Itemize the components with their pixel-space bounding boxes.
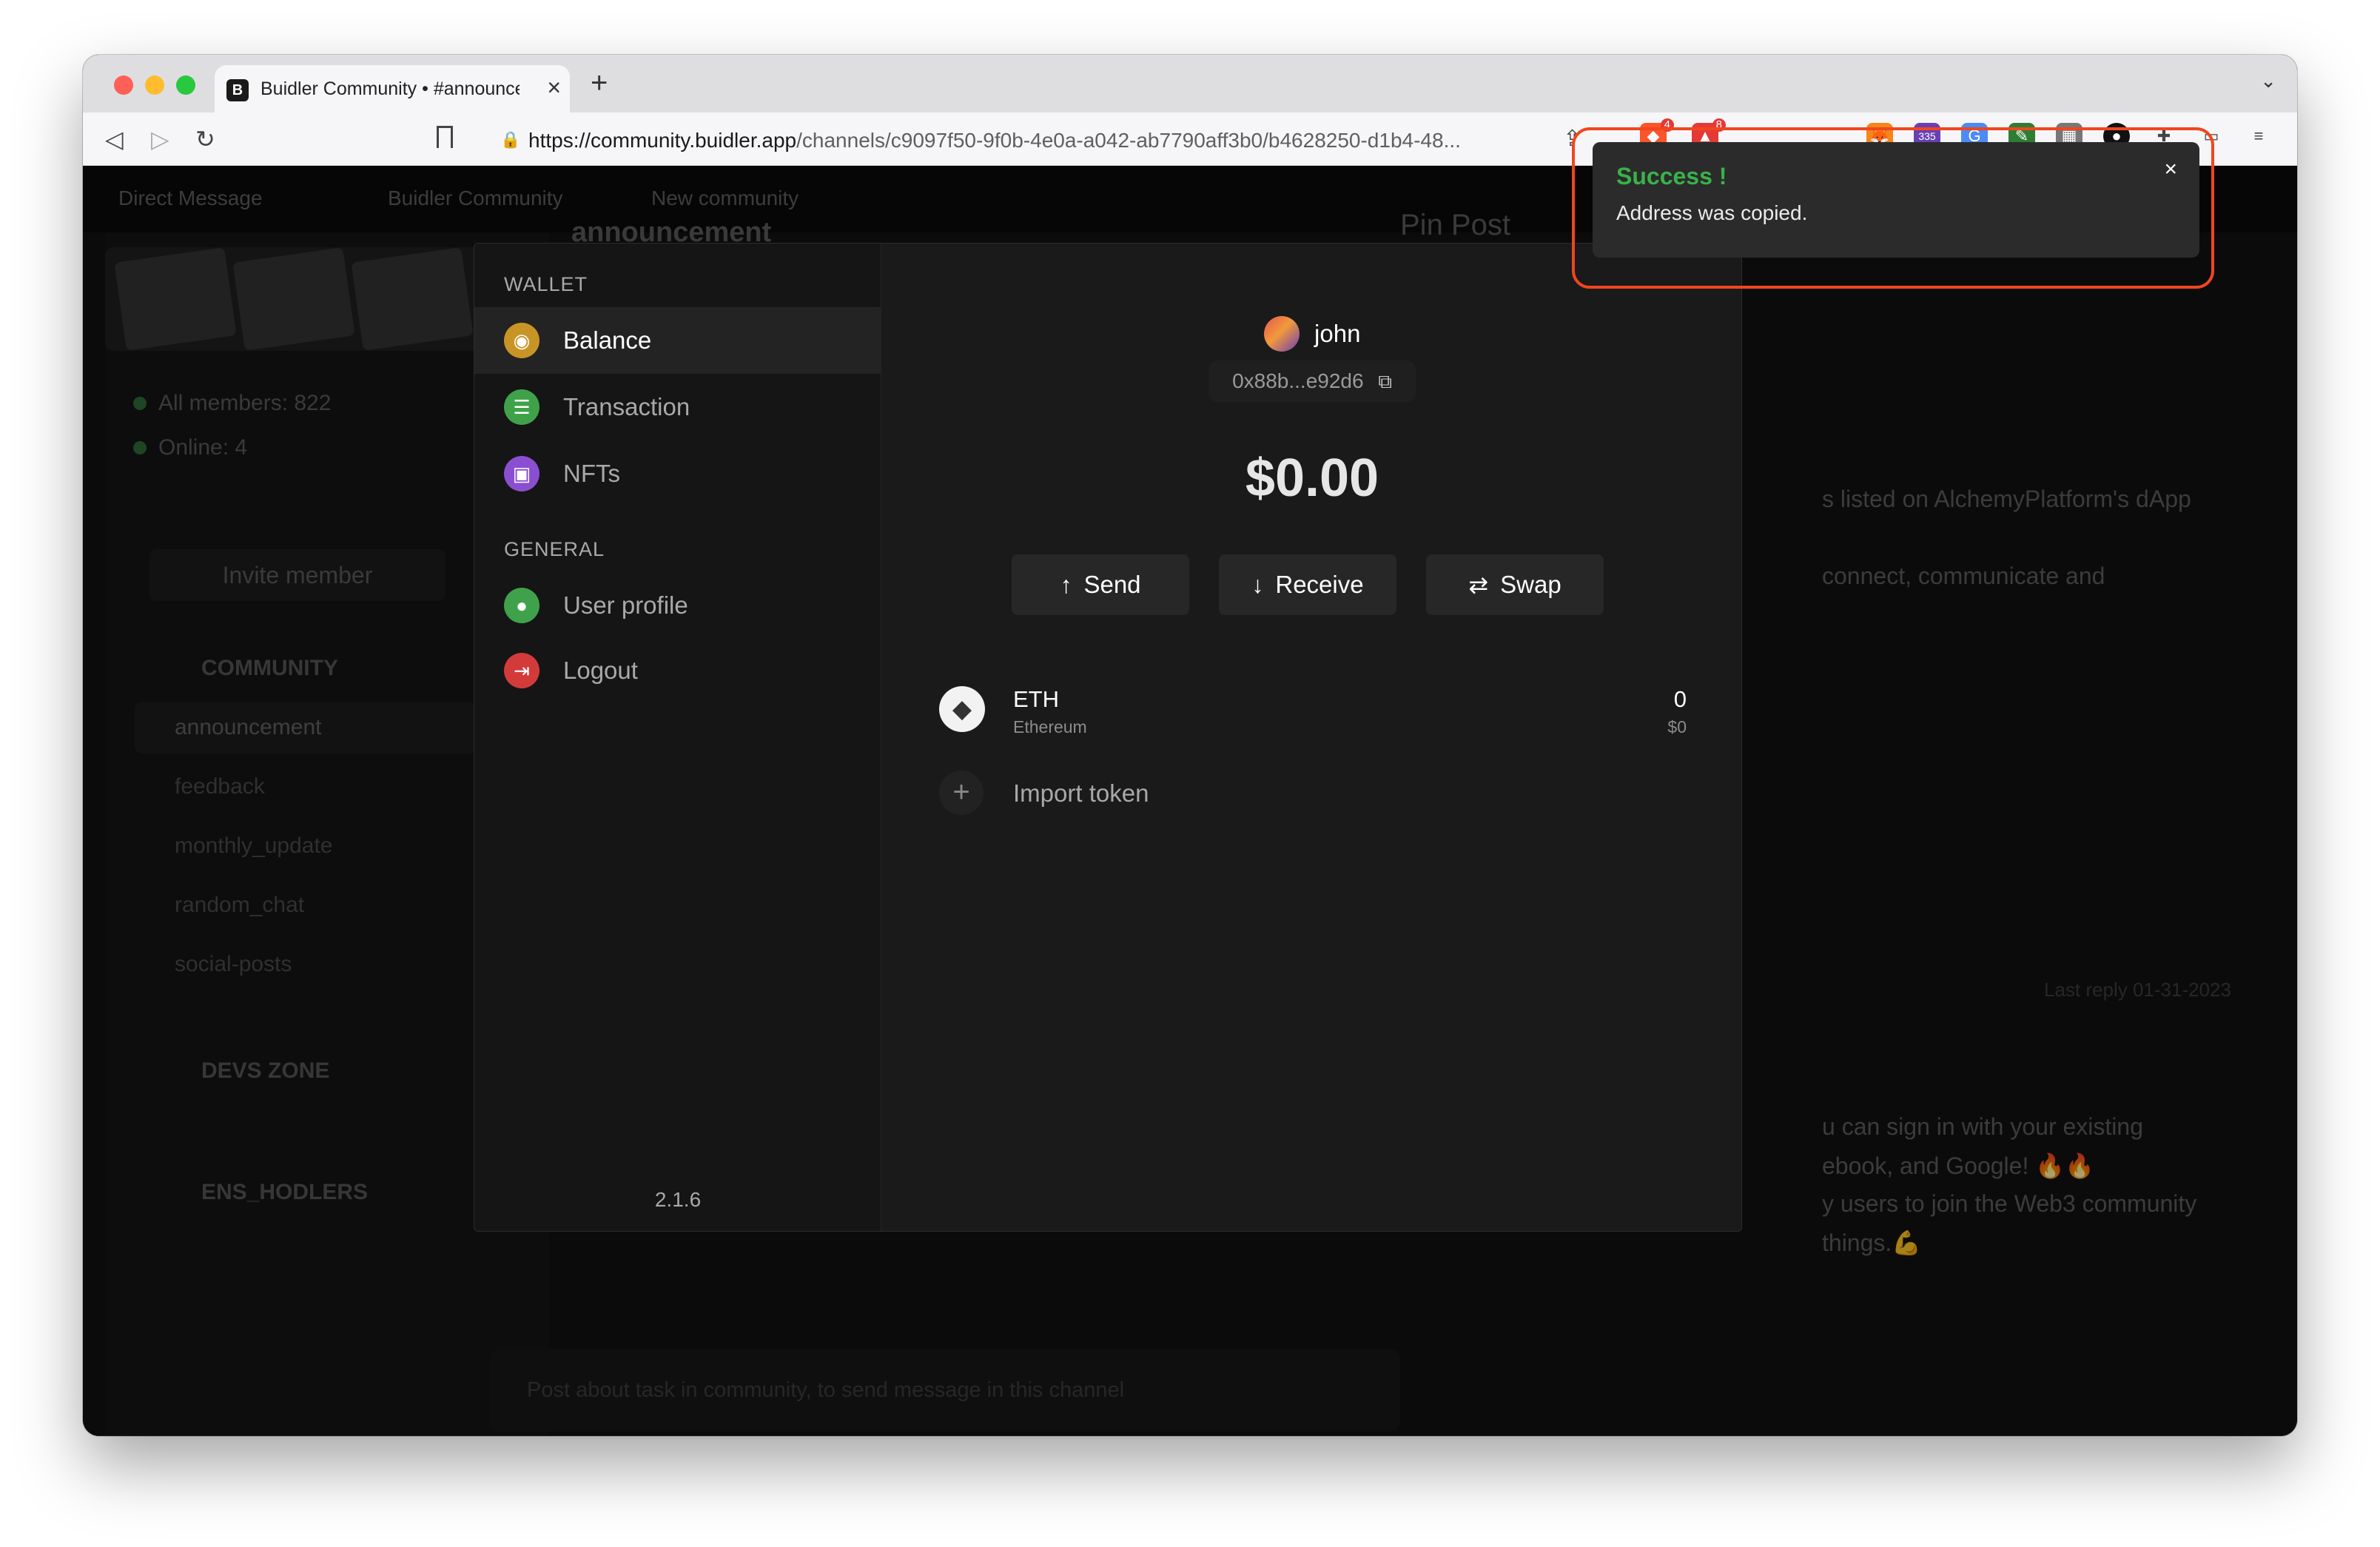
bookmark-icon[interactable] [437,126,453,148]
logout-icon: ⇥ [504,653,539,688]
eye-icon: ◉ [504,323,539,358]
wallet-sidebar: WALLET ◉ Balance ☰ Transaction ▣ NFTs GE… [474,244,881,1231]
wallet-balance-panel: john 0x88b...e92d6 ⧉ $0.00 ↑ Send ↓ Receiv… [881,244,1741,1231]
send-button[interactable]: ↑ Send [1012,554,1189,615]
reload-icon[interactable]: ↻ [195,124,215,154]
menu-balance-label: Balance [563,326,652,354]
plus-icon: + [939,771,984,815]
zoom-window-button[interactable] [176,75,195,95]
username: john [1314,320,1361,347]
arrow-down-icon: ↓ [1251,571,1264,598]
menu-nfts[interactable]: ▣ NFTs [474,440,881,507]
new-tab-button[interactable]: + [591,68,608,98]
ethereum-icon: ◆ [939,686,985,732]
tab-list-chevron-icon[interactable]: ⌄ [2260,70,2276,93]
avatar [1263,316,1300,352]
toast-title: Success ! [1616,163,1727,189]
menu-user-profile-label: User profile [563,591,688,619]
import-token-button[interactable]: + Import token [939,769,1235,816]
forward-arrow-icon[interactable]: ▷ [151,124,169,154]
receive-button[interactable]: ↓ Receive [1219,554,1396,615]
menu-balance[interactable]: ◉ Balance [474,307,881,374]
token-symbol: ETH [1013,686,1059,712]
list-icon: ☰ [504,389,539,425]
lock-icon: 🔒 [500,130,521,149]
swap-icon: ⇄ [1468,571,1489,598]
import-token-label: Import token [1013,779,1149,807]
menu-nfts-label: NFTs [563,460,620,487]
success-toast: Success ! Address was copied. × [1593,142,2199,258]
wallet-group-label: WALLET [504,273,588,295]
buidler-favicon-icon: B [226,79,249,101]
tab-title: Buidler Community • #announcement [260,78,520,99]
token-row-eth[interactable]: ◆ ETH Ethereum 0 $0 [939,680,1687,739]
total-balance: $0.00 [1245,449,1379,508]
menu-user-profile[interactable]: ● User profile [474,572,881,639]
close-window-button[interactable] [114,75,133,95]
wallet-modal: WALLET ◉ Balance ☰ Transaction ▣ NFTs GE… [474,243,1742,1232]
menu-transaction-label: Transaction [563,393,690,420]
user-header: john [881,316,1741,352]
general-group-label: GENERAL [504,538,605,560]
arrow-up-icon: ↑ [1060,571,1072,598]
back-arrow-icon[interactable]: ◁ [105,124,124,154]
app-version: 2.1.6 [654,1188,702,1211]
tab-close-icon[interactable]: × [547,75,561,99]
browser-tab[interactable]: B Buidler Community • #announcement × [215,65,570,113]
minimize-window-button[interactable] [145,75,164,95]
copy-icon[interactable]: ⧉ [1378,370,1392,392]
image-icon: ▣ [504,456,539,491]
token-amount: 0 [1673,686,1687,712]
browser-menu-icon[interactable]: ≡ [2245,123,2272,150]
swap-button[interactable]: ⇄ Swap [1426,554,1604,615]
toast-message: Address was copied. [1616,201,1808,224]
menu-logout[interactable]: ⇥ Logout [474,637,881,704]
address-copy-button[interactable]: 0x88b...e92d6 ⧉ [1209,360,1416,402]
url-field[interactable]: 🔒 https://community.buidler.app/channels… [483,118,1733,160]
wallet-address: 0x88b...e92d6 [1232,369,1364,392]
window-controls [114,75,195,95]
menu-logout-label: Logout [563,657,638,684]
tab-bar: B Buidler Community • #announcement × + … [83,55,2297,113]
close-icon[interactable]: × [2164,157,2177,182]
token-name: Ethereum [1013,717,1087,736]
user-icon: ● [504,588,539,623]
menu-transaction[interactable]: ☰ Transaction [474,374,881,440]
url-text: https://community.buidler.app/channels/c… [528,129,1461,152]
token-usd-value: $0 [1667,717,1687,736]
